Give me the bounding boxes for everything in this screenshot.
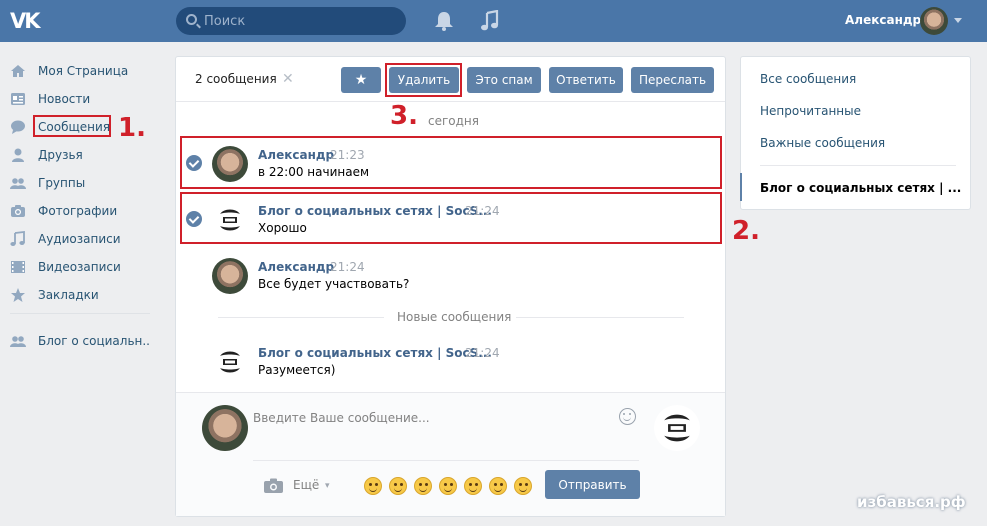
emoji-icon[interactable] <box>364 477 382 495</box>
active-dialog-item[interactable]: Блог о социальных сетях | ... <box>760 181 961 195</box>
avatar[interactable] <box>202 405 248 451</box>
groups-icon <box>10 178 26 189</box>
sidebar-item-label: Закладки <box>38 288 99 302</box>
camera-icon <box>11 205 25 217</box>
star-icon: ★ <box>354 72 368 88</box>
sidebar-item-photos[interactable]: Фотографии <box>10 199 117 223</box>
sidebar-item-news[interactable]: Новости <box>10 87 90 111</box>
music-icon[interactable] <box>480 10 500 32</box>
message-input[interactable] <box>253 403 643 433</box>
emoji-icon[interactable] <box>464 477 482 495</box>
annotation-box-messages <box>33 115 111 137</box>
watermark: избавься.рф <box>857 493 966 511</box>
filter-divider <box>760 165 956 166</box>
message-time: 21:24 <box>465 346 500 360</box>
new-messages-line <box>218 317 384 318</box>
annotation-step-2: 2. <box>732 216 760 246</box>
groups-icon <box>10 336 26 347</box>
sidebar-item-friends[interactable]: Друзья <box>10 143 83 167</box>
home-icon <box>11 65 25 77</box>
camera-icon[interactable] <box>264 478 283 493</box>
toolbar-divider <box>176 101 725 102</box>
emoji-icon[interactable] <box>439 477 457 495</box>
sidebar-item-audio[interactable]: Аудиозаписи <box>10 227 121 251</box>
star-icon <box>11 288 25 302</box>
search-input[interactable] <box>204 7 399 35</box>
message-author[interactable]: Александр <box>258 260 334 274</box>
message-author[interactable]: Блог о социальных сетях | SocS... <box>258 346 492 360</box>
new-messages-label: Новые сообщения <box>397 310 512 324</box>
emoji-icon[interactable] <box>514 477 532 495</box>
sidebar-item-label: Видеозаписи <box>38 260 121 274</box>
annotation-step-3: 3. <box>390 101 418 131</box>
message-time: 21:24 <box>330 260 365 274</box>
more-attachments-button[interactable]: Ещё <box>293 478 319 492</box>
sidebar-item-groups[interactable]: Группы <box>10 171 85 195</box>
search-icon <box>186 14 197 25</box>
bell-icon[interactable] <box>432 11 456 31</box>
sidebar-item-group-blog[interactable]: Блог о социальн.. <box>10 329 150 353</box>
avatar[interactable] <box>212 344 248 380</box>
sidebar-item-label: Фотографии <box>38 204 118 218</box>
emoji-icon[interactable] <box>489 477 507 495</box>
reply-button[interactable]: Ответить <box>549 67 623 93</box>
avatar[interactable] <box>654 405 700 451</box>
sidebar-item-video[interactable]: Видеозаписи <box>10 255 121 279</box>
news-icon <box>11 93 25 105</box>
message-text: Разумеется) <box>258 363 336 377</box>
sidebar-item-label: Моя Страница <box>38 64 129 78</box>
avatar[interactable] <box>920 7 948 35</box>
message-text: Все будет участвовать? <box>258 277 410 291</box>
menu-divider <box>10 313 150 314</box>
forward-button[interactable]: Переслать <box>631 67 714 93</box>
chevron-down-icon[interactable]: ▾ <box>325 481 330 491</box>
sidebar-item-my-page[interactable]: Моя Страница <box>10 59 128 83</box>
spam-button[interactable]: Это спам <box>467 67 541 93</box>
smile-icon[interactable] <box>619 408 636 425</box>
new-messages-line <box>516 317 684 318</box>
important-button[interactable]: ★ <box>341 67 381 93</box>
sidebar-item-label: Группы <box>38 176 86 190</box>
sidebar-item-label: Аудиозаписи <box>38 232 121 246</box>
top-user-name[interactable]: Александр <box>845 13 921 27</box>
annotation-box-message-1 <box>180 136 722 189</box>
messages-icon <box>11 120 25 134</box>
active-indicator <box>740 173 742 201</box>
sidebar-item-label: Новости <box>38 92 91 106</box>
emoji-icon[interactable] <box>389 477 407 495</box>
annotation-box-delete <box>385 63 462 97</box>
sidebar-item-label: Друзья <box>38 148 83 162</box>
search-box[interactable] <box>176 7 406 35</box>
filter-important[interactable]: Важные сообщения <box>760 136 885 150</box>
selected-count: 2 сообщения <box>195 72 277 86</box>
filter-unread[interactable]: Непрочитанные <box>760 104 861 118</box>
music-icon <box>10 231 25 246</box>
close-icon[interactable]: ✕ <box>282 72 294 86</box>
chevron-down-icon[interactable] <box>954 18 962 23</box>
sidebar-item-label: Блог о социальн.. <box>38 334 150 348</box>
filter-all-messages[interactable]: Все сообщения <box>760 72 856 86</box>
sidebar-item-bookmarks[interactable]: Закладки <box>10 283 99 307</box>
annotation-step-1: 1. <box>118 113 146 143</box>
friend-icon <box>12 148 24 162</box>
avatar[interactable] <box>212 258 248 294</box>
date-separator: сегодня <box>428 114 479 128</box>
vk-logo[interactable]: VK <box>10 8 46 34</box>
video-icon <box>11 261 25 273</box>
input-underline <box>253 460 639 461</box>
annotation-box-message-2 <box>180 192 722 244</box>
emoji-icon[interactable] <box>414 477 432 495</box>
send-button[interactable]: Отправить <box>545 470 640 499</box>
